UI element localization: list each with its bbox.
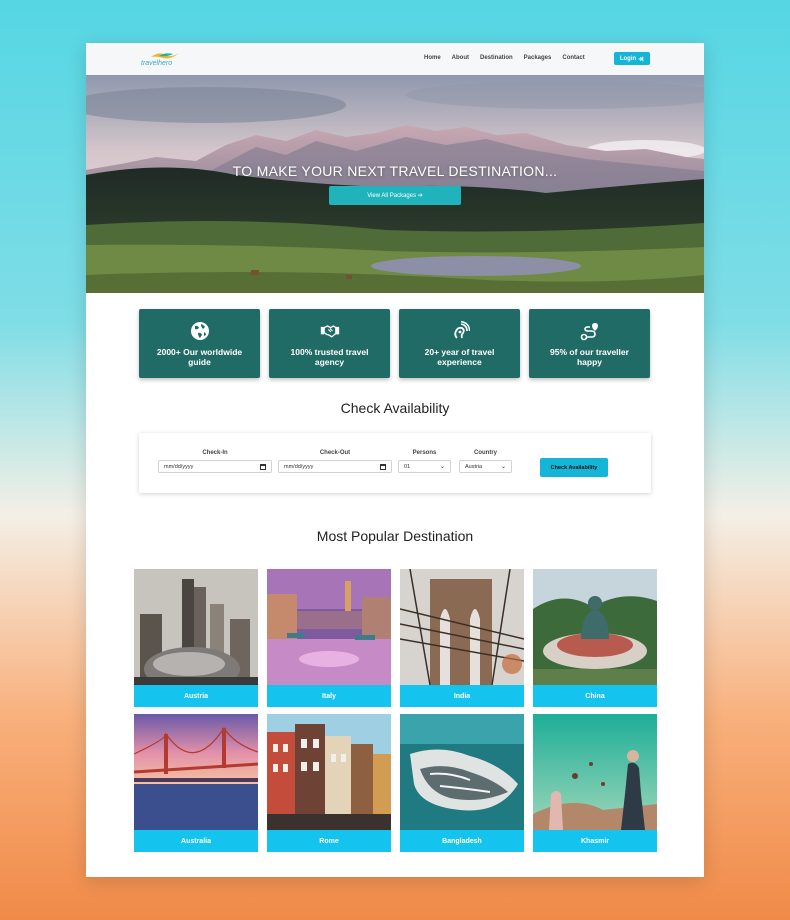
checkin-label: Check-In bbox=[202, 450, 228, 456]
hero-banner: TO MAKE YOUR NEXT TRAVEL DESTINATION... … bbox=[86, 75, 704, 293]
feature-card-experience: 20+ year of travel experience bbox=[399, 309, 520, 378]
australia-photo bbox=[134, 714, 258, 830]
route-icon bbox=[580, 323, 598, 341]
logo-text: travelhero bbox=[141, 60, 173, 67]
persons-select[interactable]: 01 ⌄ bbox=[398, 460, 451, 473]
check-availability-button[interactable]: Check Availability bbox=[540, 458, 608, 477]
check-availability-title: Check Availability bbox=[340, 400, 450, 416]
page-container: travelhero Home About Destination Packag… bbox=[86, 43, 704, 877]
bangladesh-photo bbox=[400, 714, 524, 830]
destination-card-austria[interactable]: Austria bbox=[134, 569, 258, 707]
checkin-field: Check-In mm/dd/yyyy bbox=[158, 450, 272, 473]
destination-label: Italy bbox=[267, 685, 391, 707]
destination-card-india[interactable]: India bbox=[400, 569, 524, 707]
nav-link-home[interactable]: Home bbox=[424, 55, 441, 61]
brand-logo[interactable]: travelhero bbox=[141, 52, 201, 68]
destination-label: Khasmir bbox=[533, 830, 657, 852]
chevron-down-icon: ⌄ bbox=[439, 464, 445, 470]
hero-landscape-image bbox=[86, 75, 704, 293]
arrow-right-icon: ➔ bbox=[416, 193, 423, 199]
nav-link-packages[interactable]: Packages bbox=[524, 55, 552, 61]
checkout-label: Check-Out bbox=[319, 450, 351, 456]
country-field: Country Austria ⌄ bbox=[459, 450, 512, 473]
view-all-packages-label: View All Packages bbox=[367, 192, 417, 199]
globe-icon bbox=[190, 322, 209, 340]
navbar: travelhero Home About Destination Packag… bbox=[86, 43, 704, 75]
checkout-input[interactable]: mm/dd/yyyy bbox=[278, 460, 392, 473]
persons-value: 01 bbox=[404, 463, 411, 470]
khasmir-photo bbox=[533, 714, 657, 830]
checkin-input[interactable]: mm/dd/yyyy bbox=[158, 460, 272, 473]
nav-link-contact[interactable]: Contact bbox=[562, 55, 584, 61]
login-button-label: Login bbox=[619, 55, 637, 62]
handshake-icon bbox=[320, 325, 339, 338]
destination-label: India bbox=[400, 685, 524, 707]
china-photo bbox=[533, 569, 657, 685]
destination-card-australia[interactable]: Australia bbox=[134, 714, 258, 852]
chevron-down-icon: ⌄ bbox=[500, 464, 506, 470]
feature-label: 100% trusted travel agency bbox=[290, 347, 369, 367]
feature-card-trusted: 100% trusted travel agency bbox=[269, 309, 390, 378]
feature-label: 2000+ Our worldwide guide bbox=[156, 347, 243, 367]
popular-destination-title: Most Popular Destination bbox=[316, 528, 474, 544]
destination-label: Bangladesh bbox=[400, 830, 524, 852]
feature-label: 95% of our traveller happy bbox=[550, 347, 629, 367]
hero-title: TO MAKE YOUR NEXT TRAVEL DESTINATION... bbox=[232, 163, 558, 179]
rome-photo bbox=[267, 714, 391, 830]
persons-label: Persons bbox=[412, 450, 437, 456]
feature-label: 20+ year of travel experience bbox=[424, 347, 495, 367]
feature-card-guides: 2000+ Our worldwide guide bbox=[139, 309, 260, 378]
country-value: Austria bbox=[465, 463, 483, 470]
destination-grid: Austria Italy India China Australia Rome… bbox=[134, 569, 657, 852]
checkin-value: mm/dd/yyyy bbox=[164, 463, 194, 470]
nav-link-destination[interactable]: Destination bbox=[480, 55, 513, 61]
sound-signal-icon bbox=[453, 321, 470, 339]
destination-card-italy[interactable]: Italy bbox=[267, 569, 391, 707]
destination-card-khasmir[interactable]: Khasmir bbox=[533, 714, 657, 852]
destination-card-rome[interactable]: Rome bbox=[267, 714, 391, 852]
nav-link-about[interactable]: About bbox=[452, 55, 469, 61]
feature-card-happy: 95% of our traveller happy bbox=[529, 309, 650, 378]
availability-form: Check-In mm/dd/yyyy Check-Out mm/dd/yyyy… bbox=[139, 433, 651, 493]
nav-links: Home About Destination Packages Contact bbox=[424, 55, 596, 61]
destination-card-china[interactable]: China bbox=[533, 569, 657, 707]
austria-photo bbox=[134, 569, 258, 685]
india-photo bbox=[400, 569, 524, 685]
calendar-icon[interactable] bbox=[380, 464, 386, 470]
checkout-field: Check-Out mm/dd/yyyy bbox=[278, 450, 392, 473]
persons-field: Persons 01 ⌄ bbox=[398, 450, 451, 473]
country-label: Country bbox=[474, 450, 497, 456]
sign-in-icon bbox=[638, 56, 644, 61]
calendar-icon[interactable] bbox=[260, 464, 266, 470]
country-select[interactable]: Austria ⌄ bbox=[459, 460, 512, 473]
checkout-value: mm/dd/yyyy bbox=[284, 463, 314, 470]
logo-wing-icon bbox=[151, 53, 179, 59]
login-button[interactable]: Login bbox=[614, 52, 650, 65]
destination-label: Rome bbox=[267, 830, 391, 852]
view-all-packages-button[interactable]: View All Packages ➔ bbox=[329, 186, 461, 205]
destination-label: Australia bbox=[134, 830, 258, 852]
feature-cards: 2000+ Our worldwide guide 100% trusted t… bbox=[139, 309, 650, 378]
destination-label: China bbox=[533, 685, 657, 707]
destination-card-bangladesh[interactable]: Bangladesh bbox=[400, 714, 524, 852]
italy-photo bbox=[267, 569, 391, 685]
destination-label: Austria bbox=[134, 685, 258, 707]
